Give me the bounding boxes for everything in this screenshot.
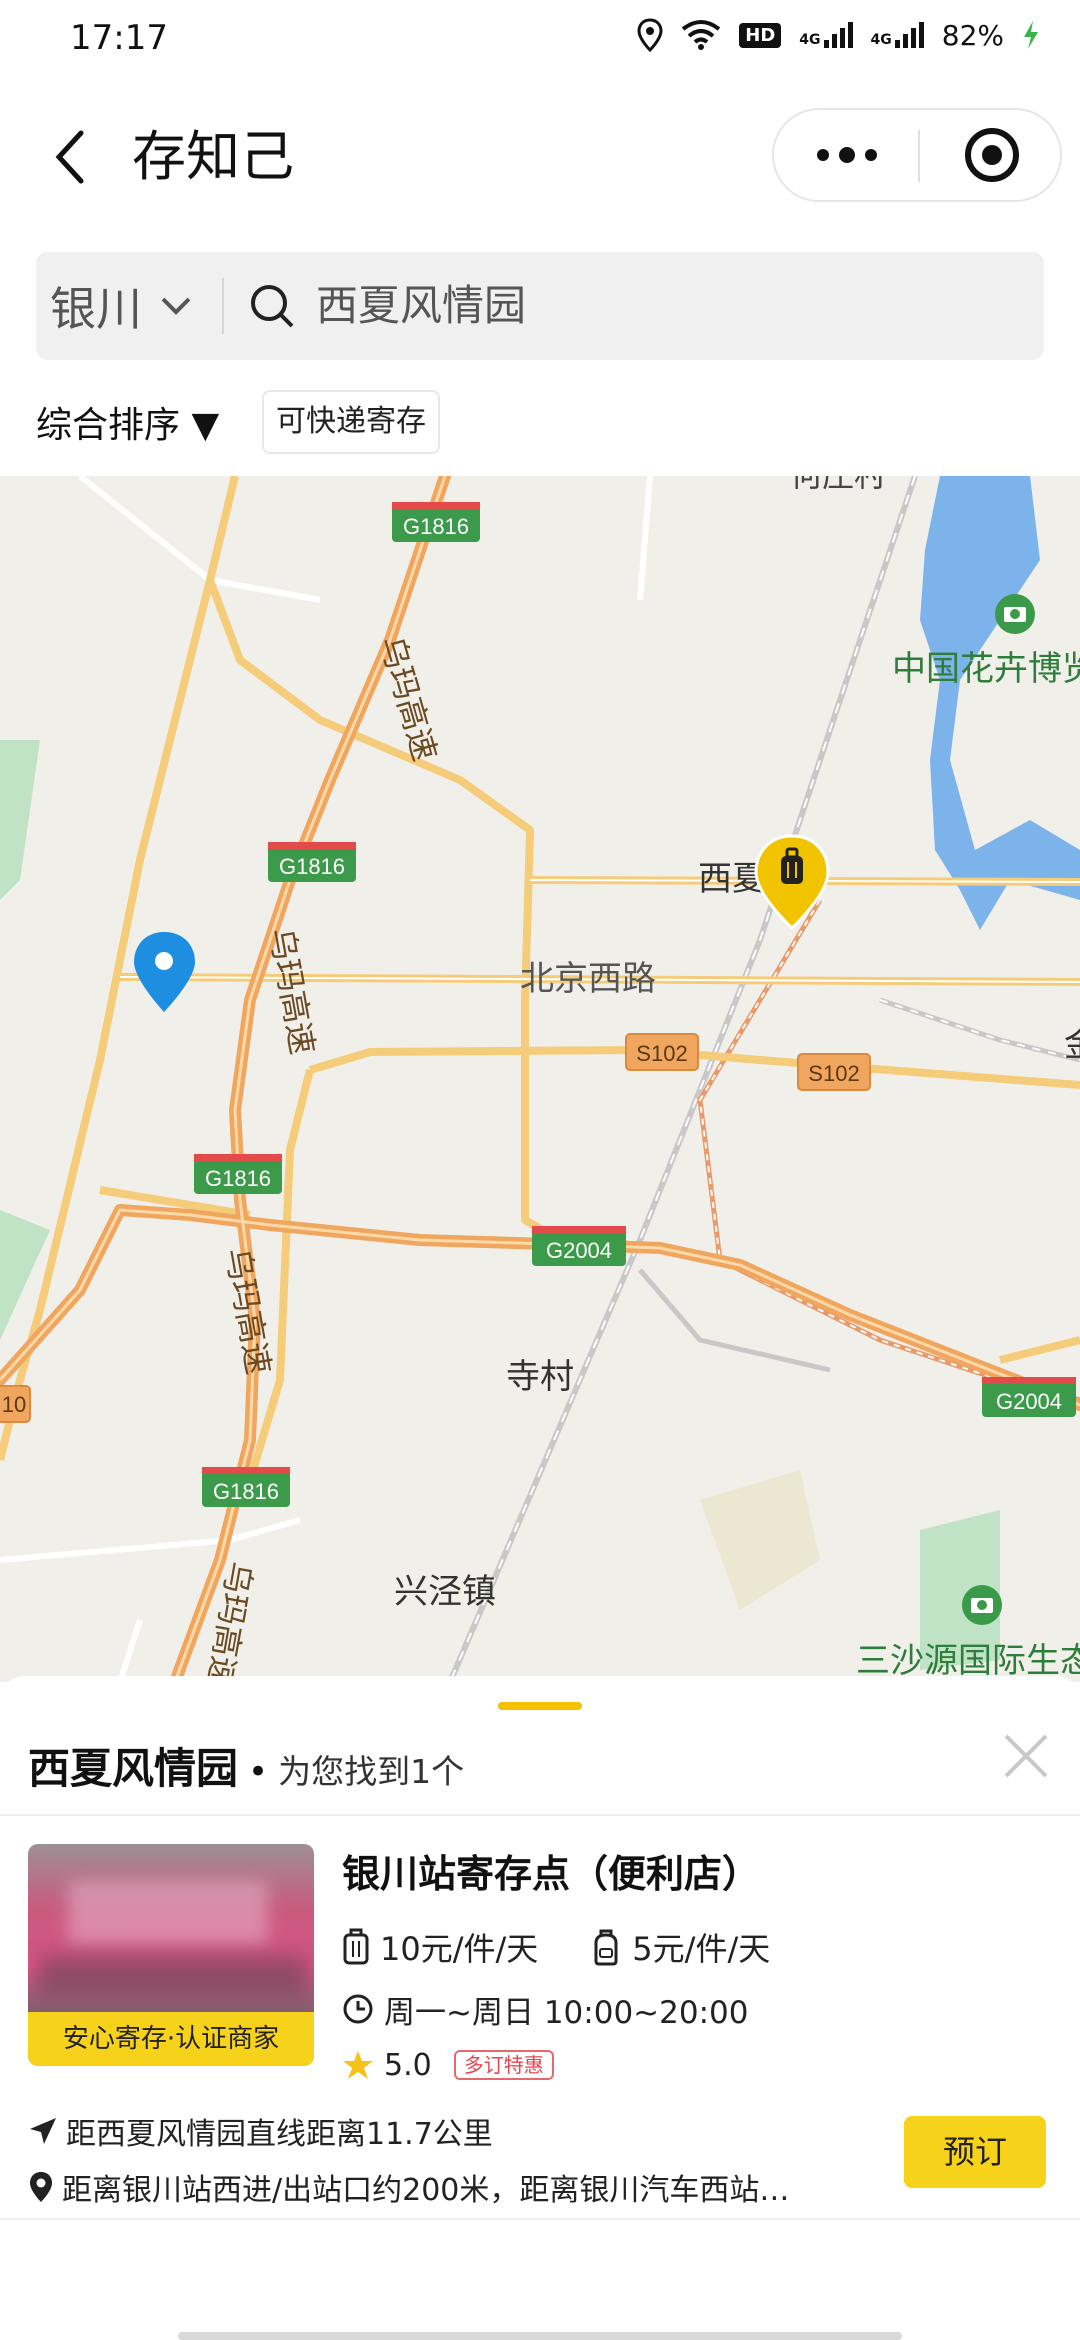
- place-label: 何庄村: [790, 476, 886, 494]
- dot-separator: •: [248, 1752, 269, 1792]
- status-bar: 17:17 HD 4G 4G 82%: [0, 0, 1080, 82]
- shield-partial-left: 10: [0, 1385, 31, 1423]
- signal-icon: 4G: [799, 22, 853, 48]
- back-button[interactable]: [40, 122, 100, 192]
- backpack-price: 5元/件/天: [590, 1924, 770, 1970]
- star-icon: [343, 2051, 373, 2079]
- city-selector[interactable]: 银川: [50, 270, 192, 342]
- result-count: 为您找到1个: [278, 1752, 465, 1791]
- charging-icon: [1024, 21, 1038, 49]
- close-sheet-button[interactable]: [998, 1728, 1054, 1784]
- price-row: 10元/件/天 5元/件/天: [342, 1922, 770, 1972]
- target-icon: [965, 128, 1019, 182]
- drag-handle[interactable]: [498, 1702, 582, 1710]
- field-area: [700, 1470, 820, 1610]
- place-label: 三沙源国际生态: [856, 1641, 1080, 1681]
- shield-label: S102: [636, 1041, 687, 1066]
- suitcase-icon: [343, 1928, 369, 1965]
- user-location-pin: [134, 932, 195, 1012]
- promo-tag: 多订特惠: [453, 2050, 554, 2080]
- certified-badge: 安心寄存·认证商家: [28, 2012, 314, 2066]
- status-icons: HD 4G 4G 82%: [637, 18, 1040, 52]
- road-label: 北京西路: [520, 959, 656, 999]
- shield-label: G1816: [279, 854, 345, 879]
- title-bar: 存知己: [0, 100, 1080, 220]
- luggage-price-text: 10元/件/天: [380, 1930, 539, 1968]
- chevron-down-icon: [161, 297, 191, 315]
- shield-g2004-2: G2004: [982, 1377, 1076, 1417]
- backpack-icon: [594, 1929, 618, 1966]
- opening-hours: 周一~周日 10:00~20:00: [342, 1984, 748, 2034]
- shield-g2004-1: G2004: [532, 1226, 626, 1266]
- distance-text: 距西夏风情园直线距离11.7公里: [66, 2117, 493, 2152]
- rating-value: 5.0: [384, 2047, 432, 2083]
- camera-poi-icon: [962, 1585, 1002, 1625]
- shield-g1816-3: G1816: [194, 1154, 282, 1194]
- more-button[interactable]: [774, 110, 919, 200]
- shop-name: 银川站寄存点（便利店）: [342, 1852, 761, 1896]
- park-area: [0, 1210, 50, 1340]
- place-label: 寺村: [506, 1357, 574, 1397]
- results-title: 西夏风情园: [28, 1744, 239, 1793]
- wifi-icon: [682, 20, 721, 50]
- page-title: 存知己: [132, 125, 294, 188]
- location-text: 距离银川站西进/出站口约200米，距离银川汽车西站…: [62, 2173, 790, 2208]
- camera-poi-icon: [995, 594, 1035, 634]
- close-miniapp-button[interactable]: [920, 110, 1064, 200]
- signal-icon-2: 4G: [871, 22, 924, 48]
- search-bar: 银川: [36, 252, 1044, 360]
- lake-water: [920, 476, 1080, 930]
- shield-label: G2004: [996, 1389, 1062, 1414]
- park-area: [0, 740, 40, 900]
- map-canvas: G1816 G1816 G1816 G1816 S102 S102 G2004 …: [0, 476, 1080, 1682]
- shield-label: G2004: [546, 1238, 612, 1263]
- hours-text: 周一~周日 10:00~20:00: [384, 1994, 749, 2031]
- storage-listing-card[interactable]: 安心寄存·认证商家 银川站寄存点（便利店） 10元/件/天 5元/件/天 周一~…: [0, 1816, 1080, 2236]
- home-indicator[interactable]: [178, 2332, 902, 2340]
- expressway-label: 乌玛高速: [262, 925, 322, 1058]
- place-label: 兴泾镇: [394, 1572, 496, 1612]
- shield-s102-2: S102: [797, 1053, 871, 1091]
- back-arrow-icon: [55, 130, 84, 184]
- city-label: 银川: [50, 282, 142, 336]
- shield-s102-1: S102: [625, 1033, 699, 1071]
- sort-dropdown[interactable]: 综合排序 ▼: [36, 398, 219, 454]
- shield-label: G1816: [213, 1479, 279, 1504]
- filter-bar: 综合排序 ▼ 可快递寄存: [0, 380, 1080, 476]
- search-icon: [251, 285, 294, 328]
- shield-label: G1816: [403, 514, 469, 539]
- clock-icon: [343, 1994, 373, 2024]
- status-time: 17:17: [70, 18, 168, 58]
- backpack-price-text: 5元/件/天: [632, 1930, 771, 1968]
- battery-percent: 82%: [941, 18, 1004, 52]
- results-header: 西夏风情园 • 为您找到1个: [28, 1734, 464, 1809]
- place-label: 金: [1064, 1025, 1080, 1065]
- miniapp-capsule: [772, 108, 1062, 202]
- divider: [0, 2218, 1080, 2220]
- luggage-price: 10元/件/天: [342, 1924, 538, 1970]
- map-view[interactable]: G1816 G1816 G1816 G1816 S102 S102 G2004 …: [0, 476, 1080, 1682]
- book-button[interactable]: 预订: [904, 2116, 1046, 2188]
- navigation-arrow-icon: [30, 2118, 56, 2144]
- expressway-label: 乌玛高速: [218, 1245, 278, 1378]
- place-label: 中国花卉博览: [892, 649, 1080, 689]
- shield-g1816-1: G1816: [392, 502, 480, 542]
- express-storage-chip[interactable]: 可快递寄存: [262, 390, 440, 454]
- shield-label: 10: [2, 1392, 26, 1417]
- shield-label: S102: [808, 1061, 859, 1086]
- results-sheet: 西夏风情园 • 为您找到1个 安心寄存·认证商家 银川站寄存点（便利店） 10元/件…: [0, 1676, 1080, 2340]
- shield-g1816-4: G1816: [202, 1467, 290, 1507]
- hd-icon: HD: [739, 22, 782, 48]
- rating-row: 5.0 多订特惠: [342, 2040, 554, 2090]
- shield-label: G1816: [205, 1166, 271, 1191]
- location-pin-icon: [30, 2172, 52, 2202]
- distance-info: 距西夏风情园直线距离11.7公里: [28, 2106, 493, 2156]
- location-info: 距离银川站西进/出站口约200米，距离银川汽车西站…: [28, 2162, 888, 2212]
- search-input[interactable]: [316, 270, 996, 342]
- location-icon: [637, 18, 663, 52]
- search-divider: [222, 278, 224, 334]
- shield-g1816-2: G1816: [268, 842, 356, 882]
- close-icon: [1004, 1734, 1048, 1778]
